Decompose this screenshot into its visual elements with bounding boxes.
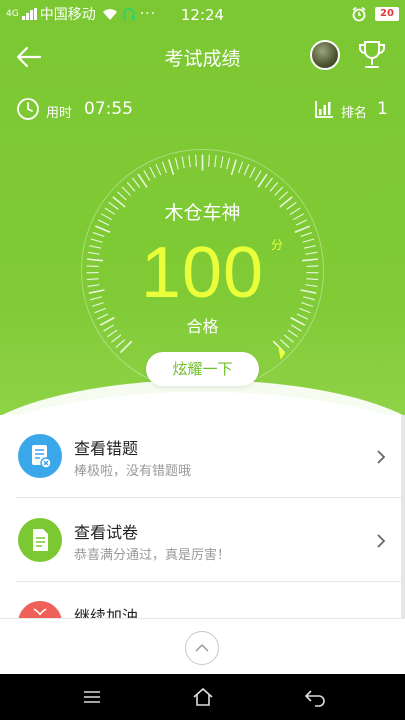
alarm-icon (352, 6, 366, 22)
gauge-tick (264, 177, 273, 188)
wrong-answers-icon (18, 434, 62, 478)
gauge-tick (137, 173, 148, 188)
home-icon[interactable] (191, 686, 215, 708)
gauge-tick (168, 159, 175, 176)
score-unit: 分 (271, 238, 284, 252)
divider (16, 581, 405, 582)
list-item-keep-going[interactable]: 继续加油 (0, 583, 405, 618)
chevron-right-icon (377, 534, 386, 548)
list-item-wrong-answers[interactable]: 查看错题 棒极啦，没有错题哦 (0, 415, 405, 499)
list-item-subtitle: 恭喜满分通过，真是厉害！ (74, 548, 231, 563)
share-button[interactable]: 炫耀一下 (146, 352, 259, 386)
list-item-title: 查看试卷 (74, 523, 139, 542)
gauge-tick (115, 339, 126, 348)
chevron-right-icon (377, 450, 386, 464)
gauge-tick (257, 173, 268, 188)
gauge-tick (149, 166, 156, 179)
gauge-tick (279, 339, 290, 348)
bar-chart-icon (315, 101, 333, 118)
divider (16, 497, 405, 498)
rank-label: 排名 (341, 106, 368, 121)
scroll-up-button[interactable] (185, 631, 219, 665)
bottom-bar (0, 618, 405, 674)
exam-paper-icon (18, 518, 62, 562)
list-item-title: 继续加油 (74, 607, 139, 618)
gauge-tick (161, 161, 168, 174)
gauge-tick (188, 155, 191, 168)
gauge-pointer (278, 346, 286, 360)
score-value: 100 (140, 233, 265, 313)
gauge-tick (243, 164, 250, 176)
battery-icon: 20 (375, 7, 399, 21)
gauge-tick (269, 181, 279, 192)
stats-row: 用时 07:55 排名 1 (0, 96, 405, 126)
list-item-subtitle: 棒极啦，没有错题哦 (74, 464, 192, 479)
pass-status: 合格 (186, 317, 219, 336)
list-item-exam-paper[interactable]: 查看试卷 恭喜满分通过，真是厉害！ (0, 499, 405, 583)
page-title: 考试成绩 (164, 48, 241, 70)
gauge-tick (208, 154, 210, 167)
gift-icon (18, 601, 62, 618)
gauge-tick (249, 166, 256, 179)
gauge-tick (214, 155, 217, 168)
gauge-tick (121, 186, 131, 196)
gauge-tick (119, 340, 133, 354)
time-used-label: 用时 (46, 106, 73, 121)
title-bar: 考试成绩 (0, 34, 405, 78)
back-icon[interactable] (303, 686, 327, 708)
menu-icon[interactable] (80, 686, 104, 708)
time-used-value: 07:55 (84, 99, 133, 119)
avatar[interactable] (310, 40, 340, 70)
user-name: 木仓车神 (164, 202, 241, 224)
status-bar: 4G 中国移动 ··· 12:24 20 (0, 0, 405, 28)
gauge-tick (237, 161, 244, 174)
gauge-tick (126, 181, 136, 192)
clock-time: 12:24 (180, 6, 225, 24)
gauge-tick (143, 170, 151, 182)
gauge-tick (174, 157, 179, 170)
system-nav-bar (0, 674, 405, 720)
chevron-up-icon (195, 643, 209, 652)
list-item-title: 查看错题 (74, 439, 139, 458)
gauge-tick (155, 164, 162, 176)
gauge-tick (195, 154, 197, 167)
trophy-icon[interactable] (356, 38, 388, 72)
gauge-tick (226, 157, 231, 170)
gauge-tick (274, 186, 284, 196)
gauge-tick (181, 156, 185, 169)
gauge-tick (220, 156, 224, 169)
gauge-tick (132, 177, 141, 188)
clock-icon (17, 98, 39, 120)
rank-value: 1 (377, 99, 388, 119)
gauge-tick (254, 170, 262, 182)
gauge-tick (230, 159, 237, 176)
scrollbar[interactable] (401, 415, 405, 620)
